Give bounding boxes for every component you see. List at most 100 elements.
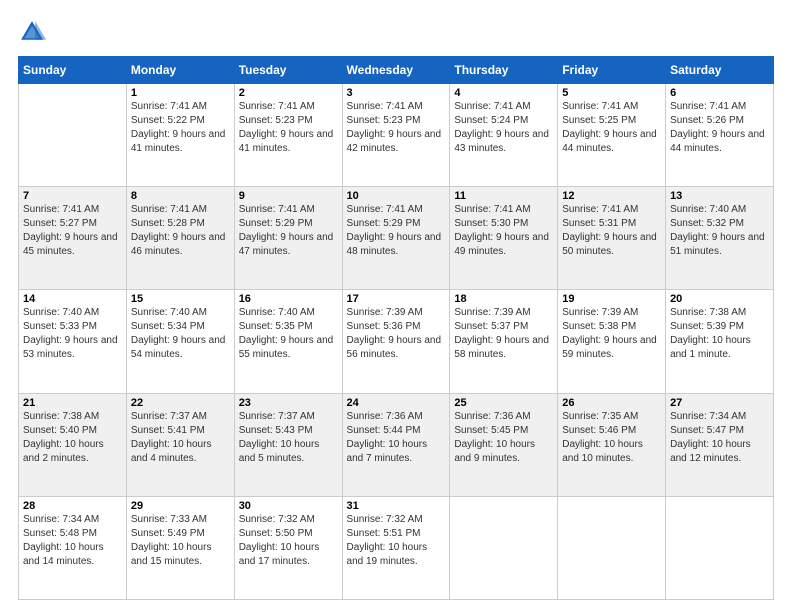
- day-info: Sunrise: 7:40 AMSunset: 5:34 PMDaylight:…: [131, 306, 230, 362]
- day-info: Sunrise: 7:36 AMSunset: 5:45 PMDaylight:…: [454, 410, 553, 466]
- day-info: Sunrise: 7:37 AMSunset: 5:43 PMDaylight:…: [239, 410, 338, 466]
- sunrise-text: Sunrise: 7:38 AM: [670, 306, 769, 320]
- day-info: Sunrise: 7:41 AMSunset: 5:28 PMDaylight:…: [131, 203, 230, 259]
- day-number: 15: [131, 293, 230, 305]
- daylight-text: Daylight: 9 hours and 43 minutes.: [454, 128, 553, 156]
- daylight-text: Daylight: 10 hours and 1 minute.: [670, 334, 769, 362]
- sunset-text: Sunset: 5:23 PM: [239, 114, 338, 128]
- sunrise-text: Sunrise: 7:39 AM: [454, 306, 553, 320]
- sunset-text: Sunset: 5:44 PM: [347, 424, 446, 438]
- day-info: Sunrise: 7:41 AMSunset: 5:25 PMDaylight:…: [562, 100, 661, 156]
- daylight-text: Daylight: 9 hours and 44 minutes.: [562, 128, 661, 156]
- day-cell: 24Sunrise: 7:36 AMSunset: 5:44 PMDayligh…: [342, 393, 450, 496]
- day-cell: 6Sunrise: 7:41 AMSunset: 5:26 PMDaylight…: [666, 84, 774, 187]
- sunset-text: Sunset: 5:46 PM: [562, 424, 661, 438]
- daylight-text: Daylight: 9 hours and 44 minutes.: [670, 128, 769, 156]
- week-row-3: 14Sunrise: 7:40 AMSunset: 5:33 PMDayligh…: [19, 290, 774, 393]
- sunrise-text: Sunrise: 7:41 AM: [239, 100, 338, 114]
- day-number: 26: [562, 397, 661, 409]
- day-info: Sunrise: 7:40 AMSunset: 5:32 PMDaylight:…: [670, 203, 769, 259]
- day-number: 24: [347, 397, 446, 409]
- sunrise-text: Sunrise: 7:32 AM: [239, 513, 338, 527]
- weekday-header-saturday: Saturday: [666, 57, 774, 84]
- day-cell: 27Sunrise: 7:34 AMSunset: 5:47 PMDayligh…: [666, 393, 774, 496]
- daylight-text: Daylight: 9 hours and 49 minutes.: [454, 231, 553, 259]
- daylight-text: Daylight: 10 hours and 15 minutes.: [131, 541, 230, 569]
- day-info: Sunrise: 7:39 AMSunset: 5:37 PMDaylight:…: [454, 306, 553, 362]
- sunrise-text: Sunrise: 7:41 AM: [347, 203, 446, 217]
- sunset-text: Sunset: 5:49 PM: [131, 527, 230, 541]
- sunrise-text: Sunrise: 7:33 AM: [131, 513, 230, 527]
- daylight-text: Daylight: 9 hours and 58 minutes.: [454, 334, 553, 362]
- day-number: 19: [562, 293, 661, 305]
- daylight-text: Daylight: 10 hours and 9 minutes.: [454, 438, 553, 466]
- day-info: Sunrise: 7:41 AMSunset: 5:31 PMDaylight:…: [562, 203, 661, 259]
- day-cell: 2Sunrise: 7:41 AMSunset: 5:23 PMDaylight…: [234, 84, 342, 187]
- sunrise-text: Sunrise: 7:40 AM: [239, 306, 338, 320]
- sunset-text: Sunset: 5:48 PM: [23, 527, 122, 541]
- day-cell: 10Sunrise: 7:41 AMSunset: 5:29 PMDayligh…: [342, 187, 450, 290]
- day-cell: 1Sunrise: 7:41 AMSunset: 5:22 PMDaylight…: [126, 84, 234, 187]
- day-number: 27: [670, 397, 769, 409]
- sunset-text: Sunset: 5:40 PM: [23, 424, 122, 438]
- weekday-header-wednesday: Wednesday: [342, 57, 450, 84]
- day-number: 29: [131, 500, 230, 512]
- sunset-text: Sunset: 5:29 PM: [347, 217, 446, 231]
- day-number: 6: [670, 87, 769, 99]
- day-number: 4: [454, 87, 553, 99]
- sunset-text: Sunset: 5:51 PM: [347, 527, 446, 541]
- day-cell: 11Sunrise: 7:41 AMSunset: 5:30 PMDayligh…: [450, 187, 558, 290]
- day-cell: 13Sunrise: 7:40 AMSunset: 5:32 PMDayligh…: [666, 187, 774, 290]
- logo: [18, 18, 50, 46]
- sunset-text: Sunset: 5:29 PM: [239, 217, 338, 231]
- sunset-text: Sunset: 5:32 PM: [670, 217, 769, 231]
- sunrise-text: Sunrise: 7:35 AM: [562, 410, 661, 424]
- day-info: Sunrise: 7:41 AMSunset: 5:27 PMDaylight:…: [23, 203, 122, 259]
- sunrise-text: Sunrise: 7:41 AM: [347, 100, 446, 114]
- day-number: 16: [239, 293, 338, 305]
- day-info: Sunrise: 7:41 AMSunset: 5:29 PMDaylight:…: [347, 203, 446, 259]
- sunrise-text: Sunrise: 7:37 AM: [239, 410, 338, 424]
- sunrise-text: Sunrise: 7:36 AM: [454, 410, 553, 424]
- sunset-text: Sunset: 5:34 PM: [131, 320, 230, 334]
- sunset-text: Sunset: 5:43 PM: [239, 424, 338, 438]
- day-number: 2: [239, 87, 338, 99]
- day-number: 25: [454, 397, 553, 409]
- sunrise-text: Sunrise: 7:41 AM: [131, 203, 230, 217]
- day-info: Sunrise: 7:34 AMSunset: 5:48 PMDaylight:…: [23, 513, 122, 569]
- day-info: Sunrise: 7:40 AMSunset: 5:33 PMDaylight:…: [23, 306, 122, 362]
- day-number: 3: [347, 87, 446, 99]
- day-cell: [19, 84, 127, 187]
- sunset-text: Sunset: 5:50 PM: [239, 527, 338, 541]
- daylight-text: Daylight: 9 hours and 46 minutes.: [131, 231, 230, 259]
- sunset-text: Sunset: 5:35 PM: [239, 320, 338, 334]
- sunset-text: Sunset: 5:30 PM: [454, 217, 553, 231]
- day-cell: 9Sunrise: 7:41 AMSunset: 5:29 PMDaylight…: [234, 187, 342, 290]
- sunrise-text: Sunrise: 7:41 AM: [239, 203, 338, 217]
- weekday-header-row: SundayMondayTuesdayWednesdayThursdayFrid…: [19, 57, 774, 84]
- day-info: Sunrise: 7:41 AMSunset: 5:23 PMDaylight:…: [347, 100, 446, 156]
- header: [18, 18, 774, 46]
- day-info: Sunrise: 7:33 AMSunset: 5:49 PMDaylight:…: [131, 513, 230, 569]
- sunset-text: Sunset: 5:38 PM: [562, 320, 661, 334]
- daylight-text: Daylight: 9 hours and 41 minutes.: [131, 128, 230, 156]
- sunrise-text: Sunrise: 7:41 AM: [23, 203, 122, 217]
- sunset-text: Sunset: 5:23 PM: [347, 114, 446, 128]
- day-number: 12: [562, 190, 661, 202]
- daylight-text: Daylight: 10 hours and 17 minutes.: [239, 541, 338, 569]
- day-cell: 31Sunrise: 7:32 AMSunset: 5:51 PMDayligh…: [342, 496, 450, 599]
- day-info: Sunrise: 7:34 AMSunset: 5:47 PMDaylight:…: [670, 410, 769, 466]
- daylight-text: Daylight: 9 hours and 54 minutes.: [131, 334, 230, 362]
- day-info: Sunrise: 7:36 AMSunset: 5:44 PMDaylight:…: [347, 410, 446, 466]
- day-info: Sunrise: 7:41 AMSunset: 5:30 PMDaylight:…: [454, 203, 553, 259]
- sunset-text: Sunset: 5:36 PM: [347, 320, 446, 334]
- sunrise-text: Sunrise: 7:36 AM: [347, 410, 446, 424]
- day-number: 23: [239, 397, 338, 409]
- sunset-text: Sunset: 5:22 PM: [131, 114, 230, 128]
- sunset-text: Sunset: 5:31 PM: [562, 217, 661, 231]
- day-cell: [450, 496, 558, 599]
- day-info: Sunrise: 7:40 AMSunset: 5:35 PMDaylight:…: [239, 306, 338, 362]
- page: SundayMondayTuesdayWednesdayThursdayFrid…: [0, 0, 792, 612]
- day-info: Sunrise: 7:32 AMSunset: 5:50 PMDaylight:…: [239, 513, 338, 569]
- sunset-text: Sunset: 5:45 PM: [454, 424, 553, 438]
